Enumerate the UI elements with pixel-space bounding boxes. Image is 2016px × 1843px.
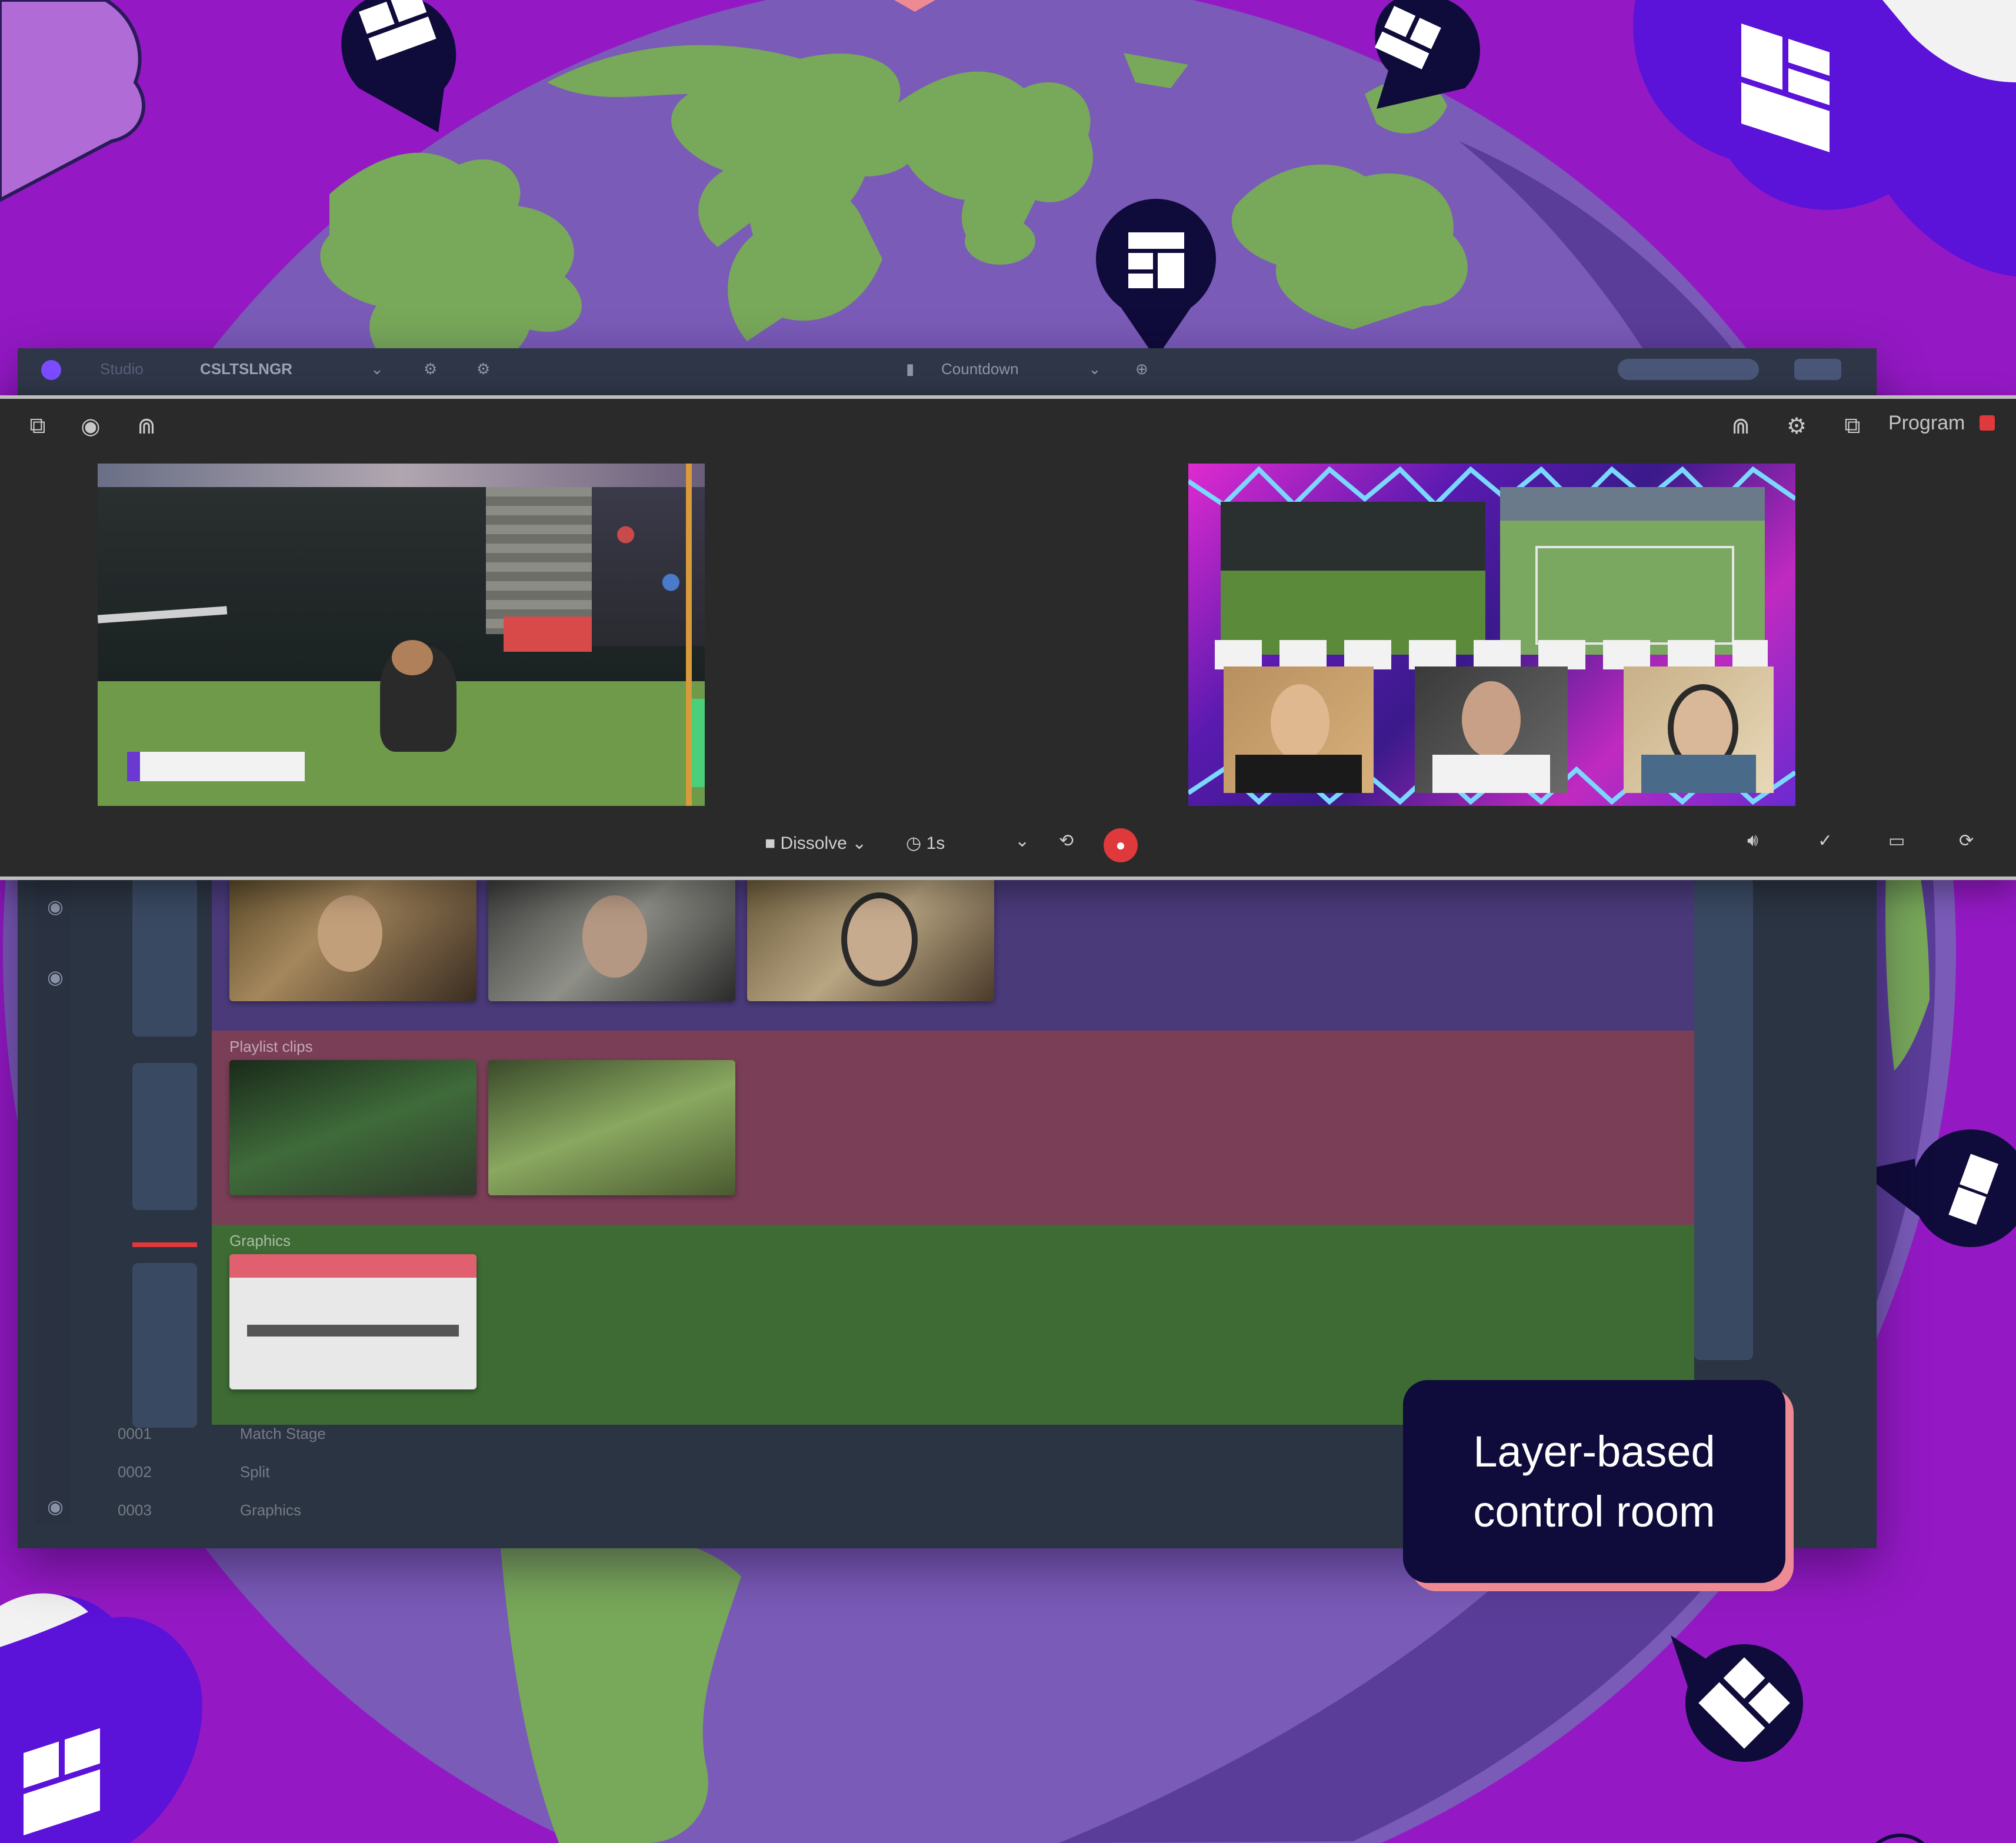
title-bar: Studio CSLTSLNGR ⌄ ⚙ ⚙ ▮ Countdown ⌄ ⊕: [18, 348, 1877, 389]
layer-icon[interactable]: ◉: [47, 1495, 64, 1518]
check-icon[interactable]: ✓: [1818, 831, 1832, 851]
avatars-group[interactable]: [1618, 359, 1759, 380]
thumbnail[interactable]: [488, 1060, 735, 1195]
layer-clips[interactable]: Playlist clips: [212, 1031, 1694, 1225]
thumbnail[interactable]: [229, 1254, 476, 1389]
score-bug: [127, 752, 305, 781]
eye-icon[interactable]: ◉: [76, 412, 105, 440]
transition-dropdown[interactable]: ■ Dissolve ⌄: [765, 833, 867, 854]
guest-feed: [1224, 666, 1374, 793]
layer-name: Playlist clips: [229, 1038, 313, 1055]
title-item: Countdown: [941, 360, 1019, 378]
callout-line: control room: [1473, 1487, 1715, 1536]
layer-icon[interactable]: ◉: [47, 966, 64, 988]
settings-icon[interactable]: [1794, 359, 1841, 380]
pin-icon: [1671, 1635, 1803, 1762]
headphones-icon[interactable]: ⋒: [1727, 412, 1755, 440]
volume-icon[interactable]: 🔊︎: [1747, 831, 1758, 851]
preview-video[interactable]: [98, 464, 705, 806]
chevron-down-icon[interactable]: ⌄: [1015, 831, 1029, 851]
title-item[interactable]: CSLTSLNGR: [200, 360, 292, 378]
gear-icon[interactable]: ⚙: [424, 360, 437, 378]
layer-name: Graphics: [229, 1232, 291, 1249]
ring-shape: [1875, 1834, 1925, 1843]
heart-cloud-shape: [0, 0, 146, 202]
thumbnail[interactable]: [747, 878, 994, 1001]
camera-feed: [1221, 502, 1485, 655]
add-icon[interactable]: ⊕: [1135, 360, 1148, 378]
camera-feed: [1500, 487, 1765, 655]
chevron-down-icon[interactable]: ⌄: [371, 360, 384, 378]
feature-callout: Layer-based control room: [1403, 1380, 1785, 1583]
thumbnail[interactable]: [488, 878, 735, 1001]
list-item[interactable]: 0003 Graphics: [118, 1501, 301, 1519]
layer-handle[interactable]: [132, 878, 197, 1037]
popout-icon[interactable]: ⧉: [24, 412, 52, 440]
headphones-icon[interactable]: ⋒: [132, 412, 161, 440]
live-indicator: [1980, 415, 1995, 431]
cut-icon[interactable]: ⟲: [1059, 831, 1074, 851]
pin-icon: [1375, 0, 1480, 109]
pin-icon: [341, 0, 456, 132]
program-video[interactable]: [1188, 464, 1795, 806]
list-item[interactable]: 0002 Split: [118, 1463, 269, 1481]
duration-control[interactable]: ◷ 1s: [906, 833, 945, 854]
layer-icon[interactable]: ◉: [47, 895, 64, 918]
layout-icon[interactable]: ▭: [1888, 831, 1905, 851]
app-logo-icon: [41, 360, 61, 380]
guest-feed: [1415, 666, 1568, 793]
clock-icon: ▮: [906, 360, 915, 378]
list-item[interactable]: 0001 Match Stage: [118, 1425, 326, 1443]
banner-strip: [1215, 640, 1768, 669]
thumbnail[interactable]: [229, 1060, 476, 1195]
layer-video[interactable]: [212, 866, 1694, 1054]
guest-feed: [1624, 666, 1774, 793]
layer-end-handle[interactable]: [1694, 878, 1753, 1360]
layer-handle[interactable]: [132, 1263, 197, 1428]
popout-icon[interactable]: ⧉: [1838, 412, 1867, 440]
chevron-down-icon[interactable]: ⌄: [1088, 360, 1101, 378]
refresh-icon[interactable]: ⟳: [1959, 831, 1974, 851]
gear-icon[interactable]: ⚙: [1782, 412, 1811, 440]
thumbnail[interactable]: [229, 878, 476, 1001]
layer-handle[interactable]: [132, 1063, 197, 1210]
record-icon[interactable]: ●: [1104, 828, 1138, 862]
cloud-icon: [1633, 0, 2016, 276]
layer-active-indicator: [132, 1242, 197, 1247]
monitor-panel: ⧉ ◉ ⋒ ⋒ ⚙ ⧉ Program ■ Dissolve ⌄ ◷ 1s ⌄ …: [0, 395, 2016, 880]
program-label: Program: [1888, 412, 1965, 434]
title-item[interactable]: Studio: [100, 360, 144, 378]
callout-line: Layer-based: [1473, 1427, 1715, 1476]
gear-icon[interactable]: ⚙: [476, 360, 490, 378]
cloud-icon: [0, 1593, 202, 1843]
